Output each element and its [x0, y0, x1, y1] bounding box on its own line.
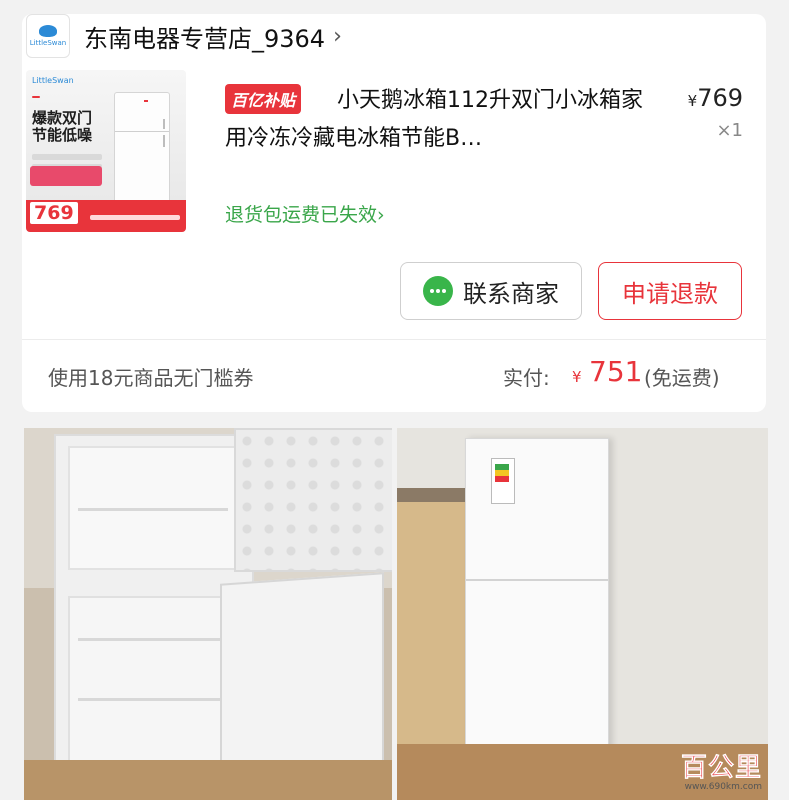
contact-seller-label: 联系商家	[463, 279, 559, 308]
paid-label: 实付:	[503, 366, 550, 390]
request-refund-button[interactable]: 申请退款	[598, 262, 742, 320]
thumbnail-brand: LittleSwan	[32, 76, 74, 85]
photo-open-fridge[interactable]	[24, 428, 392, 800]
thumbnail-headline: 爆款双门 节能低噪	[32, 109, 93, 144]
request-refund-label: 申请退款	[622, 279, 718, 308]
product-thumbnail[interactable]: LittleSwan 爆款双门 节能低噪 769	[26, 70, 186, 232]
wechat-icon	[423, 276, 453, 306]
shop-logo-text: LittleSwan	[29, 39, 67, 47]
contact-seller-button[interactable]: 联系商家	[400, 262, 582, 320]
freezer-door	[234, 428, 392, 572]
shop-logo: LittleSwan	[26, 14, 70, 58]
freezer-compartment	[68, 446, 238, 570]
subsidy-badge: 百亿补贴	[225, 84, 302, 114]
thumbnail-feature-box	[30, 166, 102, 186]
return-shipping-link[interactable]: 退货包运费已失效›	[225, 200, 385, 227]
currency-symbol: ¥	[687, 92, 698, 110]
thumbnail-banner-text	[90, 215, 180, 220]
paid-amount: 751	[589, 355, 643, 388]
paid-currency: ¥	[572, 368, 582, 386]
shipping-note: (免运费)	[644, 366, 720, 390]
floor	[24, 760, 392, 800]
thumbnail-price: 769	[30, 202, 78, 224]
coupon-info: 使用18元商品无门槛券	[48, 366, 254, 390]
divider	[22, 339, 766, 340]
watermark-url: www.690km.com	[684, 782, 762, 792]
fridge-image	[114, 92, 170, 206]
product-quantity: ×1	[716, 120, 743, 141]
capacity-tag	[144, 100, 148, 102]
chevron-right-icon[interactable]: ›	[333, 24, 342, 49]
watermark-text: 百公里	[680, 753, 762, 784]
thumbnail-promo-tag	[32, 96, 40, 98]
swan-logo-icon	[39, 25, 57, 37]
energy-label	[491, 458, 515, 504]
watermark: 百公里 www.690km.com	[681, 747, 762, 792]
shop-name[interactable]: 东南电器专营店_9364	[84, 19, 325, 54]
product-price-value: 769	[697, 84, 743, 112]
photo-closed-fridge[interactable]: 百公里 www.690km.com	[397, 428, 768, 800]
shop-header[interactable]: LittleSwan 东南电器专营店_9364 ›	[26, 14, 342, 58]
product-price: ¥769	[688, 84, 743, 112]
